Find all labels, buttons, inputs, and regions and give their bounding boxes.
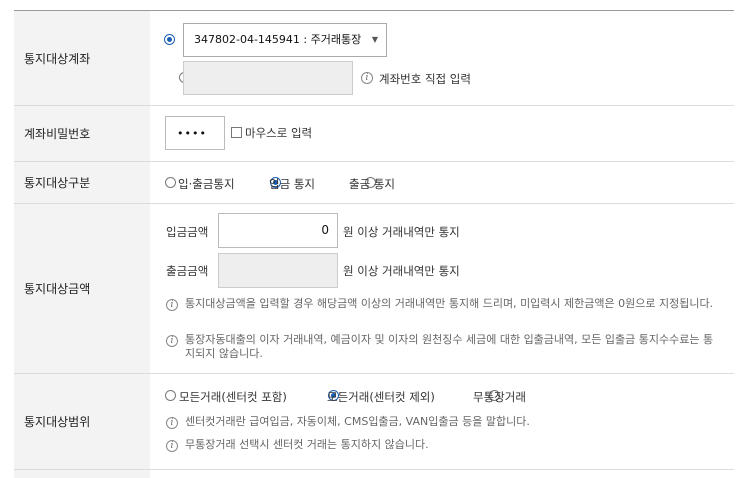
scope-note-1: 센터컷거래란 급여입금, 자동이체, CMS입출금, VAN입출금 등을 말합니… — [185, 415, 530, 428]
info-icon: i — [361, 72, 373, 84]
row-account: 통지대상계좌 347802-04-145941 : 주거래통장 ▼ i 계좌번호… — [14, 11, 734, 106]
notice-type-label-2[interactable]: 출금 통지 — [349, 176, 395, 192]
account-select[interactable]: 347802-04-145941 : 주거래통장 ▼ — [183, 23, 387, 57]
chevron-down-icon: ▼ — [371, 35, 378, 44]
scope-radio-0[interactable] — [165, 390, 176, 401]
row-label: 통지대상범위 — [14, 374, 150, 469]
next-row-label — [14, 470, 150, 478]
amount-note-1: 통지대상금액을 입력할 경우 해당금액 이상의 거래내역만 통지해 드리며, 미… — [185, 297, 714, 310]
scope-label-1[interactable]: 모든거래(센터컷 제외) — [327, 389, 435, 405]
notice-type-label-1[interactable]: 입금 통지 — [269, 176, 315, 192]
notice-type-label-0[interactable]: 입·출금통지 — [178, 176, 235, 192]
notification-settings-form: 통지대상계좌 347802-04-145941 : 주거래통장 ▼ i 계좌번호… — [0, 0, 744, 478]
next-row — [14, 470, 734, 478]
info-icon: i — [166, 417, 178, 429]
info-icon: i — [166, 335, 178, 347]
row-amount: 통지대상금액 입금금액 0 원 이상 거래내역만 통지 출금금액 원 이상 거래… — [14, 204, 734, 374]
withdraw-amount-input[interactable] — [218, 253, 338, 288]
row-scope: 통지대상범위 모든거래(센터컷 포함) 모든거래(센터컷 제외) 무통장거래 i… — [14, 374, 734, 470]
row-password: 계좌비밀번호 •••• 마우스로 입력 — [14, 106, 734, 162]
row-label: 계좌비밀번호 — [14, 106, 150, 161]
row-label: 통지대상금액 — [14, 204, 150, 373]
account-number-input[interactable] — [183, 61, 353, 95]
mouse-input-checkbox[interactable] — [231, 127, 242, 138]
account-select-radio[interactable] — [164, 34, 175, 45]
mouse-input-label: 마우스로 입력 — [245, 126, 313, 140]
deposit-amount-value: 0 — [321, 223, 329, 237]
deposit-amount-suffix: 원 이상 거래내역만 통지 — [343, 225, 460, 239]
notice-type-radio-0[interactable] — [165, 177, 176, 188]
password-input[interactable]: •••• — [165, 116, 225, 150]
account-direct-hint: 계좌번호 직접 입력 — [379, 72, 471, 86]
scope-label-0[interactable]: 모든거래(센터컷 포함) — [179, 389, 287, 405]
deposit-amount-label: 입금금액 — [166, 225, 209, 239]
info-icon: i — [166, 299, 178, 311]
withdraw-amount-suffix: 원 이상 거래내역만 통지 — [343, 264, 460, 278]
account-select-value: 347802-04-145941 : 주거래통장 — [194, 33, 362, 46]
scope-note-2: 무통장거래 선택시 센터컷 거래는 통지하지 않습니다. — [185, 438, 429, 451]
password-mask: •••• — [177, 127, 207, 140]
info-icon: i — [166, 440, 178, 452]
row-label: 통지대상구분 — [14, 162, 150, 203]
row-label: 통지대상계좌 — [14, 11, 150, 105]
deposit-amount-input[interactable]: 0 — [218, 213, 338, 248]
withdraw-amount-label: 출금금액 — [166, 264, 209, 278]
amount-note-2: 통장자동대출의 이자 거래내역, 예금이자 및 이자의 원천징수 세금에 대한 … — [185, 333, 714, 360]
scope-label-2[interactable]: 무통장거래 — [473, 389, 526, 405]
row-notice-type: 통지대상구분 입·출금통지 입금 통지 출금 통지 — [14, 162, 734, 204]
